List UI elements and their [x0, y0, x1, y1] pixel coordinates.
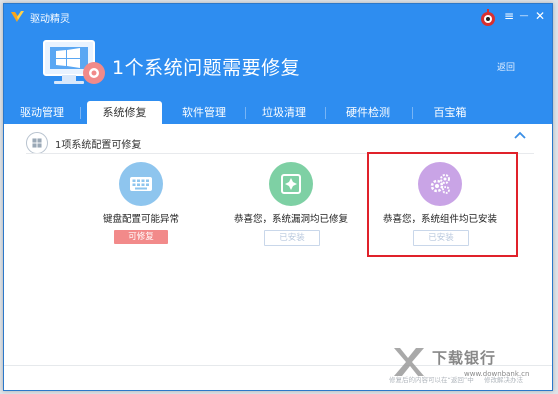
menu-button[interactable]: ≡ [502, 8, 516, 24]
watermark-url: www.downbank.cn [464, 370, 530, 378]
shield-patch-icon [269, 162, 313, 206]
watermark-logo-icon [394, 348, 424, 376]
system-repair-monitor-icon [43, 40, 105, 84]
app-name: 驱动精灵 [30, 14, 70, 25]
highlight-box [367, 152, 518, 257]
app-logo-icon [11, 11, 24, 22]
tab-separator [80, 107, 81, 119]
card-keyboard-config: 键盘配置可能异常 可修复 [66, 162, 216, 252]
page-title: 1个系统问题需要修复 [112, 57, 301, 79]
close-button[interactable]: ✕ [533, 8, 547, 24]
card-title: 键盘配置可能异常 [102, 214, 179, 225]
watermark-name: 下载银行 [432, 349, 497, 367]
app-window: 驱动精灵 ≡ — ✕ 1个系统问题需要修复 返回 驱动管理 系统修复 软件管理 … [3, 3, 553, 391]
repair-button[interactable]: 可修复 [114, 230, 168, 244]
tab-driver-management[interactable]: 驱动管理 [4, 101, 80, 124]
tab-separator [412, 107, 413, 119]
tab-junk-cleanup[interactable]: 垃圾清理 [246, 101, 322, 124]
installed-button: 已安装 [264, 230, 320, 246]
card-title: 恭喜您，系统漏洞均已修复 [233, 214, 348, 225]
tab-system-repair[interactable]: 系统修复 [87, 101, 162, 124]
tab-toolbox[interactable]: 百宝箱 [414, 101, 486, 124]
tab-hardware-detection[interactable]: 硬件检测 [326, 101, 410, 124]
minimize-button[interactable]: — [517, 8, 531, 24]
back-link[interactable]: 返回 [497, 60, 515, 73]
watermark: 下载银行 www.downbank.cn [390, 340, 550, 385]
tab-software-management[interactable]: 软件管理 [166, 101, 242, 124]
windows-icon [26, 132, 48, 154]
card-system-vulnerabilities: 恭喜您，系统漏洞均已修复 已安装 [216, 162, 366, 252]
chevron-up-icon[interactable] [512, 128, 528, 144]
header: 驱动精灵 ≡ — ✕ 1个系统问题需要修复 返回 驱动管理 系统修复 软件管理 … [4, 4, 552, 124]
section-title: 1项系统配置可修复 [55, 140, 142, 151]
tab-bar: 驱动管理 系统修复 软件管理 垃圾清理 硬件检测 百宝箱 [4, 101, 552, 124]
titlebar: 驱动精灵 ≡ — ✕ [4, 4, 552, 30]
mascot-icon[interactable] [479, 9, 497, 27]
keyboard-icon [119, 162, 163, 206]
